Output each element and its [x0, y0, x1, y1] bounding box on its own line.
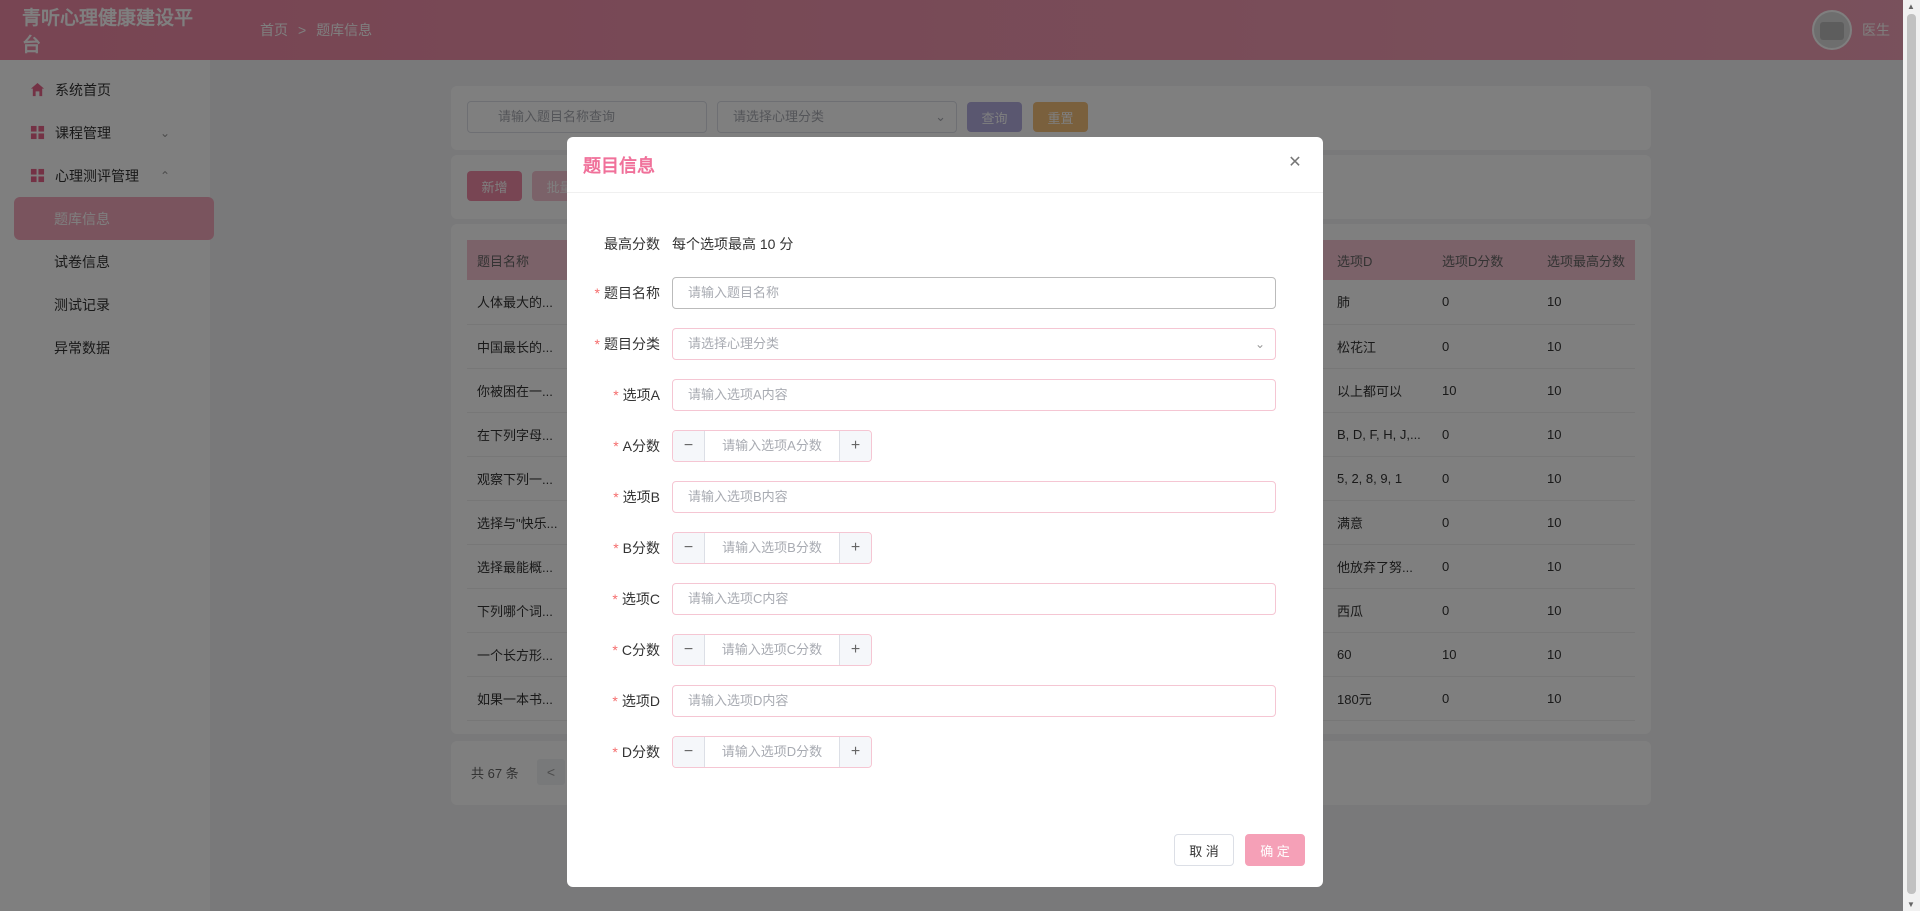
confirm-button[interactable]: 确 定 — [1245, 834, 1305, 866]
max-score-text: 每个选项最高 10 分 — [672, 236, 794, 252]
option-c-row: * 选项C 请输入选项C内容 — [567, 583, 1323, 615]
score-a-input[interactable]: 请输入选项A分数 — [705, 431, 839, 461]
category-label: 题目分类 — [604, 336, 660, 352]
option-c-input[interactable]: 请输入选项C内容 — [672, 583, 1276, 615]
option-c-label: 选项C — [621, 591, 660, 607]
page-scrollbar[interactable]: ▲ ▼ — [1903, 0, 1920, 911]
score-c-input[interactable]: 请输入选项C分数 — [705, 635, 839, 665]
score-a-label: A分数 — [622, 438, 660, 454]
required-mark: * — [613, 489, 619, 505]
dialog-header: 题目信息 — [567, 137, 1323, 193]
score-a-stepper: − 请输入选项A分数 + — [672, 430, 872, 462]
required-mark: * — [613, 387, 619, 403]
option-b-input[interactable]: 请输入选项B内容 — [672, 481, 1276, 513]
max-score-row: 最高分数 每个选项最高 10 分 — [567, 234, 1323, 254]
question-category-select[interactable]: 请选择心理分类 ⌄ — [672, 328, 1276, 360]
scroll-down-icon[interactable]: ▼ — [1907, 900, 1915, 909]
decrement-button[interactable]: − — [673, 635, 705, 665]
score-b-input[interactable]: 请输入选项B分数 — [705, 533, 839, 563]
scroll-up-icon[interactable]: ▲ — [1907, 2, 1915, 11]
category-select-placeholder: 请选择心理分类 — [688, 336, 780, 351]
option-b-label: 选项B — [622, 489, 660, 505]
required-mark: * — [612, 693, 618, 709]
max-score-label: 最高分数 — [604, 236, 660, 252]
decrement-button[interactable]: − — [673, 533, 705, 563]
question-name-input[interactable]: 请输入题目名称 — [672, 277, 1276, 309]
score-b-stepper: − 请输入选项B分数 + — [672, 532, 872, 564]
increment-button[interactable]: + — [839, 737, 871, 767]
option-a-row: * 选项A 请输入选项A内容 — [567, 379, 1323, 411]
scrollbar-thumb[interactable] — [1907, 14, 1916, 894]
option-a-input[interactable]: 请输入选项A内容 — [672, 379, 1276, 411]
name-row: * 题目名称 请输入题目名称 — [567, 277, 1323, 309]
score-a-row: * A分数 − 请输入选项A分数 + — [567, 430, 1323, 462]
score-c-row: * C分数 − 请输入选项C分数 + — [567, 634, 1323, 666]
score-d-label: D分数 — [621, 744, 660, 760]
score-d-stepper: − 请输入选项D分数 + — [672, 736, 872, 768]
chevron-down-icon: ⌄ — [1254, 337, 1265, 351]
increment-button[interactable]: + — [839, 431, 871, 461]
score-d-input[interactable]: 请输入选项D分数 — [705, 737, 839, 767]
decrement-button[interactable]: − — [673, 431, 705, 461]
name-label: 题目名称 — [604, 285, 660, 301]
required-mark: * — [594, 336, 600, 352]
increment-button[interactable]: + — [839, 635, 871, 665]
option-a-label: 选项A — [622, 387, 660, 403]
required-mark: * — [594, 285, 600, 301]
cancel-button[interactable]: 取 消 — [1174, 834, 1234, 866]
required-mark: * — [612, 642, 618, 658]
score-b-row: * B分数 − 请输入选项B分数 + — [567, 532, 1323, 564]
score-d-row: * D分数 − 请输入选项D分数 + — [567, 736, 1323, 768]
option-b-row: * 选项B 请输入选项B内容 — [567, 481, 1323, 513]
decrement-button[interactable]: − — [673, 737, 705, 767]
score-c-label: C分数 — [621, 642, 660, 658]
required-mark: * — [612, 591, 618, 607]
required-mark: * — [612, 744, 618, 760]
option-d-row: * 选项D 请输入选项D内容 — [567, 685, 1323, 717]
dialog-title: 题目信息 — [583, 155, 655, 176]
close-icon[interactable]: ✕ — [1287, 155, 1303, 171]
score-b-label: B分数 — [622, 540, 660, 556]
required-mark: * — [613, 438, 619, 454]
question-dialog: 题目信息 ✕ 最高分数 每个选项最高 10 分 * 题目名称 请输入题目名称 * 题… — [567, 137, 1323, 887]
required-mark: * — [613, 540, 619, 556]
option-d-input[interactable]: 请输入选项D内容 — [672, 685, 1276, 717]
score-c-stepper: − 请输入选项C分数 + — [672, 634, 872, 666]
option-d-label: 选项D — [621, 693, 660, 709]
category-row: * 题目分类 请选择心理分类 ⌄ — [567, 328, 1323, 360]
increment-button[interactable]: + — [839, 533, 871, 563]
